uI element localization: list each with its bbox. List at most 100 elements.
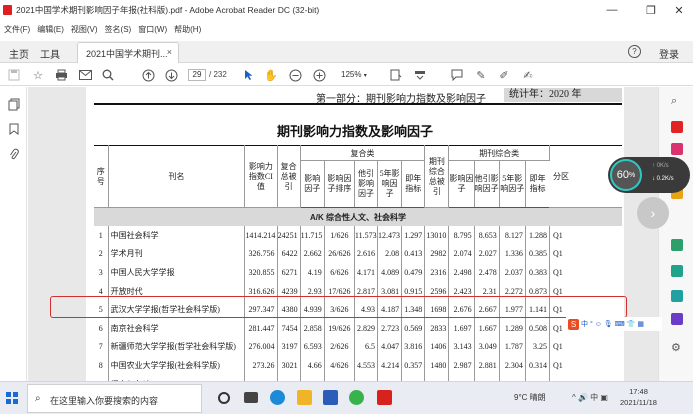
file-explorer-icon[interactable]: [297, 390, 312, 405]
left-navigation-rail: [0, 87, 27, 381]
table-cell: 0.314: [525, 356, 550, 375]
protect-icon[interactable]: [671, 313, 683, 325]
scan-ocr-icon[interactable]: [671, 290, 683, 302]
table-cell: 0.357: [401, 356, 426, 375]
save-icon[interactable]: [6, 67, 22, 83]
clock-date: 2021/11/18: [620, 398, 657, 407]
fill-sign-icon[interactable]: ✍: [520, 67, 536, 83]
bookmarks-icon[interactable]: [7, 122, 20, 136]
next-page-float-button[interactable]: ›: [637, 197, 669, 229]
table-cell: 273.26: [244, 356, 278, 375]
chevron-down-icon: ▾: [363, 73, 367, 79]
tab-document[interactable]: 2021中国学术期刊... ×: [77, 42, 179, 63]
table-cell: 2.616: [354, 244, 379, 264]
table-cell: 13010: [424, 226, 450, 245]
login-button[interactable]: 登录: [659, 46, 679, 61]
table-cell: 2.987: [448, 356, 475, 375]
help-icon[interactable]: ?: [628, 45, 641, 58]
table-cell: 2/626: [324, 337, 355, 357]
table-cell: 0.385: [525, 244, 550, 264]
upload-speed: ↑ 0K/s: [652, 163, 669, 169]
zoom-out-icon[interactable]: [287, 67, 303, 83]
table-cell: 6: [94, 319, 109, 338]
next-page-icon[interactable]: [163, 67, 179, 83]
bookmark-star-icon[interactable]: ☆: [30, 67, 46, 83]
table-cell: 3.25: [525, 337, 550, 357]
network-speed-widget[interactable]: 60% ↑ 0K/s ↓ 0.2K/s: [608, 157, 690, 193]
table-cell: 2.858: [300, 319, 325, 338]
table-cell: 2.027: [474, 244, 500, 264]
close-window-button[interactable]: ✕: [664, 0, 693, 20]
find-text-icon[interactable]: [100, 67, 116, 83]
maximize-button[interactable]: ❐: [636, 0, 666, 20]
hand-tool-icon[interactable]: ✋: [263, 67, 279, 83]
page-number-input[interactable]: 29: [188, 69, 206, 81]
acrobat-taskbar-icon[interactable]: [377, 390, 392, 405]
table-cell: 2.304: [499, 356, 526, 375]
windows-taskbar: ⌕ 在这里输入你要搜索的内容 9°C 晴朗 ^ 🔊 中 ▣ 17:48 2021…: [0, 381, 693, 414]
start-windows-icon[interactable]: [6, 392, 18, 404]
edge-browser-icon[interactable]: [270, 390, 285, 405]
cortana-icon[interactable]: [218, 392, 230, 404]
create-pdf-icon[interactable]: [671, 143, 683, 155]
table-cell: 3.049: [474, 337, 500, 357]
select-cursor-icon[interactable]: [241, 67, 257, 83]
menu-view[interactable]: 视图(V): [71, 24, 98, 35]
table-cell: 4.553: [354, 356, 379, 375]
attachments-icon[interactable]: [7, 147, 20, 161]
speed-unit: %: [629, 171, 636, 179]
table-cell: 2.498: [448, 263, 475, 282]
stat-year-badge: 统计年：2020 年: [504, 88, 622, 102]
system-tray-icons[interactable]: ^ 🔊 中 ▣: [572, 392, 608, 403]
menu-help[interactable]: 帮助(H): [174, 24, 201, 35]
wechat-icon[interactable]: [349, 390, 364, 405]
document-viewport[interactable]: 第一部分：期刊影响力指数及影响因子 统计年：2020 年 期刊影响力指数及影响因…: [28, 87, 658, 381]
table-cell: 1.697: [448, 319, 475, 338]
table-cell: Q1: [552, 342, 563, 352]
impact-factor-table: 序号 刊名 影响力指数CI值 复合总被引 复合类 期刊综合总被引 期刊综合类 分…: [94, 145, 622, 381]
highlight-pen-icon[interactable]: ✎: [473, 67, 489, 83]
journal-name-cell: 中国人民大学学报: [108, 263, 246, 282]
zoom-in-icon[interactable]: [311, 67, 327, 83]
more-tools-icon[interactable]: ⚙: [671, 341, 683, 354]
right-tools-pane: ⌕ ⚙: [658, 87, 693, 381]
tab-home[interactable]: 主页: [9, 46, 29, 61]
minimize-button[interactable]: —: [597, 0, 627, 20]
menu-file[interactable]: 文件(F): [4, 24, 30, 35]
search-tools-icon[interactable]: ⌕: [671, 95, 683, 107]
draw-icon[interactable]: ✐: [496, 67, 512, 83]
word-icon[interactable]: [323, 390, 338, 405]
header-g-5y: 5年影响因子: [499, 160, 526, 208]
table-cell: 3021: [277, 356, 301, 375]
table-cell: 1414.214: [244, 226, 278, 245]
scroll-mode-icon[interactable]: [412, 67, 428, 83]
clock[interactable]: 17:48 2021/11/18: [620, 386, 657, 408]
task-view-icon[interactable]: [244, 392, 258, 403]
table-cell: 3197: [277, 337, 301, 357]
menu-window[interactable]: 窗口(W): [138, 24, 167, 35]
pdf-page: 第一部分：期刊影响力指数及影响因子 统计年：2020 年 期刊影响力指数及影响因…: [86, 87, 624, 381]
export-pdf-icon[interactable]: [671, 121, 683, 133]
compress-pdf-icon[interactable]: [671, 265, 683, 277]
speed-value: 60: [616, 169, 629, 181]
tab-tools[interactable]: 工具: [40, 46, 60, 61]
email-icon[interactable]: [77, 67, 93, 83]
menu-edit[interactable]: 编辑(E): [37, 24, 64, 35]
page-thumbnails-icon[interactable]: [7, 97, 20, 111]
ime-toolbar[interactable]: S 中 ° ☺ 🎙 ⌨ 👕 ▦: [566, 317, 662, 331]
journal-name-cell: 新疆师范大学学报(哲学社会科学版): [108, 337, 246, 357]
sogou-ime-icon: S: [568, 318, 579, 330]
table-cell: 0.413: [401, 244, 426, 264]
zoom-level-select[interactable]: 125% ▾: [338, 69, 378, 81]
print-icon[interactable]: [53, 67, 69, 83]
tab-close-icon[interactable]: ×: [167, 47, 172, 57]
menu-sign[interactable]: 签名(S): [105, 24, 132, 35]
table-cell: 0.383: [525, 263, 550, 282]
taskbar-search-box[interactable]: ⌕ 在这里输入你要搜索的内容: [27, 384, 202, 413]
fit-page-icon[interactable]: [388, 67, 404, 83]
comment-icon[interactable]: [449, 67, 465, 83]
organize-pages-icon[interactable]: [671, 239, 683, 251]
weather-widget[interactable]: 9°C 晴朗: [514, 392, 546, 403]
table-cell: 3.816: [401, 337, 426, 357]
previous-page-icon[interactable]: [140, 67, 156, 83]
